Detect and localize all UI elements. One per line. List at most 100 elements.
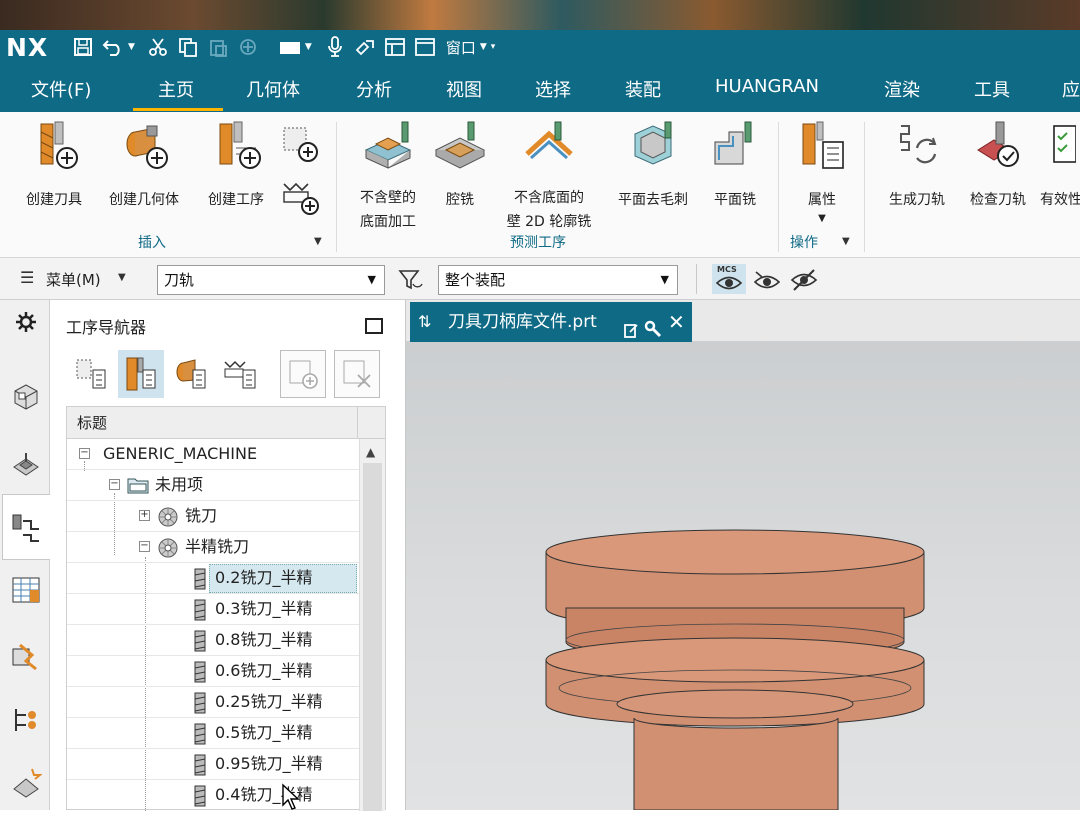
tab-assembly[interactable]: 装配 [625, 76, 661, 102]
maximize-icon[interactable] [365, 318, 383, 334]
tree-row[interactable]: 0.5铣刀_半精 [67, 718, 359, 749]
link-icon[interactable] [352, 36, 378, 58]
create-program-icon[interactable] [280, 176, 320, 220]
tree-row[interactable]: + 铣刀 [67, 501, 359, 532]
tree-row[interactable]: 0.95铣刀_半精 [67, 749, 359, 780]
show-toolpath-icon[interactable] [753, 270, 781, 294]
paste-icon[interactable] [205, 36, 231, 58]
collapse-icon[interactable]: − [79, 448, 90, 459]
save-icon[interactable] [70, 36, 96, 58]
properties-dropdown-icon[interactable]: ▼ [790, 212, 854, 226]
hide-toolpath-icon[interactable] [790, 268, 818, 296]
tree-row[interactable]: 0.8铣刀_半精 [67, 625, 359, 656]
menu-button[interactable]: 菜单(M) [46, 269, 101, 290]
collapse-icon[interactable]: − [109, 479, 120, 490]
program-order-view-button[interactable] [68, 350, 114, 398]
layout-icon[interactable] [382, 36, 408, 58]
scroll-thumb[interactable] [363, 463, 382, 811]
close-icon[interactable]: ✕ [668, 302, 685, 342]
scope-filter-combo[interactable]: 整个装配 ▼ [438, 265, 678, 295]
create-geometry-icon [126, 125, 168, 169]
machining-method-view-button[interactable] [218, 350, 264, 398]
window-menu-label[interactable]: 窗口 [446, 37, 476, 58]
type-filter-combo[interactable]: 刀轨 ▼ [157, 265, 385, 295]
menu-dropdown-icon[interactable]: ▼ [118, 272, 126, 283]
floor-no-wall-label-1: 不含壁的 [360, 190, 416, 206]
insert-group-dropdown-icon[interactable]: ▼ [314, 236, 322, 247]
floor-no-wall-button[interactable]: 不含壁的 底面加工 [346, 120, 430, 234]
tree-row[interactable]: − GENERIC_MACHINE [67, 439, 359, 470]
machine-tool-navigator-icon[interactable] [8, 572, 44, 608]
delete-item-button[interactable] [334, 350, 380, 398]
vertical-scrollbar[interactable]: ▲ [359, 439, 385, 811]
tree-row[interactable]: − 未用项 [67, 470, 359, 501]
reuse-library-icon[interactable] [8, 764, 44, 800]
display-dropdown-icon[interactable]: ▼ [305, 42, 312, 52]
generate-toolpath-button[interactable]: 生成刀轨 [878, 120, 956, 212]
tree-row-label: 未用项 [155, 475, 204, 494]
geometry-view-button[interactable] [168, 350, 214, 398]
window-dropdown-icon[interactable]: ▼ [480, 42, 487, 52]
tree-row-label: 0.8铣刀_半精 [215, 630, 313, 649]
properties-button[interactable]: 属性 ▼ [790, 120, 854, 226]
wall-2d-contour-button[interactable]: 不含底面的 壁 2D 轮廓铣 [494, 120, 604, 234]
cavity-mill-button[interactable]: 腔铣 [432, 120, 488, 212]
tab-geometry[interactable]: 几何体 [246, 76, 300, 102]
undo-icon[interactable] [100, 36, 126, 58]
column-header-title[interactable]: 标题 [67, 407, 385, 439]
part-navigator-icon[interactable] [8, 446, 44, 482]
tree-row[interactable]: 0.4铣刀_半精 [67, 780, 359, 809]
verify-toolpath-button[interactable]: 检查刀轨 [960, 120, 1036, 212]
cavity-mill-label: 腔铣 [446, 192, 474, 208]
tab-huangran[interactable]: HUANGRAN [715, 76, 819, 97]
undo-dropdown-icon[interactable]: ▼ [128, 42, 135, 52]
assembly-navigator-icon[interactable] [8, 378, 44, 414]
create-geometry-button[interactable]: 创建几何体 [98, 120, 190, 212]
tab-select[interactable]: 选择 [535, 76, 571, 102]
cut-icon[interactable] [145, 36, 171, 58]
document-tab[interactable]: ⇅ 刀具刀柄库文件.prt ✕ [410, 302, 692, 342]
create-item-button[interactable] [280, 350, 326, 398]
tab-home[interactable]: 主页 [158, 76, 194, 102]
collapse-icon[interactable]: − [139, 541, 150, 552]
tree-row[interactable]: 0.6铣刀_半精 [67, 656, 359, 687]
menu-list-icon[interactable]: ☰ [20, 268, 34, 287]
scroll-up-icon[interactable]: ▲ [366, 445, 375, 459]
window-icon[interactable] [412, 36, 438, 58]
tab-render[interactable]: 渲染 [884, 76, 920, 102]
planar-deburr-button[interactable]: 平面去毛刺 [608, 120, 698, 212]
tab-tools[interactable]: 工具 [974, 76, 1010, 102]
filter-icon[interactable] [398, 268, 424, 296]
machine-tool-view-button[interactable] [118, 350, 164, 398]
tab-view[interactable]: 视图 [446, 76, 482, 102]
create-operation-button[interactable]: 创建工序 [196, 120, 276, 212]
planar-mill-button[interactable]: 平面铣 [702, 120, 768, 212]
resource-bar [0, 300, 50, 810]
part-model[interactable] [406, 342, 1080, 810]
customize-dropdown-icon[interactable]: ▾ [491, 42, 496, 52]
create-method-icon[interactable] [280, 124, 320, 168]
display-icon[interactable] [277, 36, 303, 58]
tree-row[interactable]: 0.2铣刀_半精 [67, 563, 359, 594]
tree-row-label: 0.25铣刀_半精 [215, 692, 323, 711]
verify-toolpath-label: 检查刀轨 [970, 192, 1026, 208]
settings-gear-icon[interactable] [8, 304, 44, 340]
move-icon[interactable] [235, 36, 261, 58]
graphics-window[interactable]: ⇅ 刀具刀柄库文件.prt ✕ [406, 300, 1080, 810]
copy-icon[interactable] [175, 36, 201, 58]
machining-feature-navigator-icon[interactable] [8, 638, 44, 674]
tab-analysis[interactable]: 分析 [356, 76, 392, 102]
mcs-view-button[interactable]: MCS [712, 264, 746, 294]
feature-navigator-icon[interactable] [8, 702, 44, 738]
create-tool-button[interactable]: 创建刀具 [14, 120, 94, 212]
tree-row[interactable]: 0.25铣刀_半精 [67, 687, 359, 718]
expand-icon[interactable]: + [139, 510, 150, 521]
tab-file[interactable]: 文件(F) [31, 76, 91, 102]
ops-group-dropdown-icon[interactable]: ▼ [842, 236, 850, 247]
tab-application[interactable]: 应 [1062, 76, 1080, 102]
operation-navigator-tab[interactable] [2, 494, 50, 560]
validity-button[interactable]: 有效性 [1040, 120, 1080, 212]
mic-icon[interactable] [322, 36, 348, 58]
tree-row[interactable]: 0.3铣刀_半精 [67, 594, 359, 625]
tree-row[interactable]: − 半精铣刀 [67, 532, 359, 563]
